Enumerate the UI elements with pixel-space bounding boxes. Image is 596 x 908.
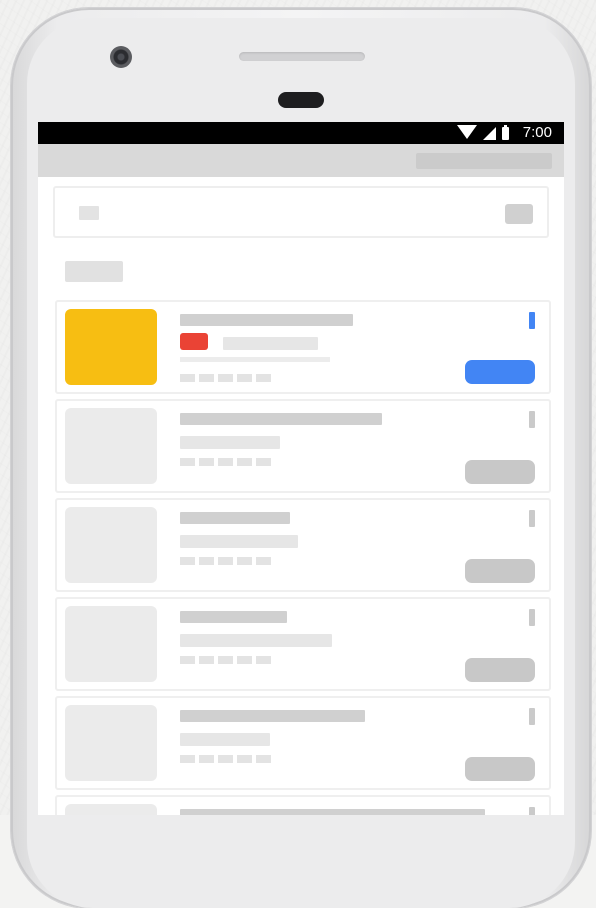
item-title-placeholder: [180, 611, 287, 623]
list-item[interactable]: [55, 399, 551, 493]
battery-icon: [501, 124, 509, 140]
item-title-placeholder: [180, 809, 485, 815]
search-action-button[interactable]: [505, 204, 533, 224]
list-item[interactable]: [55, 597, 551, 691]
item-menu-icon[interactable]: [529, 708, 535, 725]
item-thumbnail: [65, 804, 157, 815]
item-action-button[interactable]: [465, 460, 535, 484]
list-item[interactable]: [55, 696, 551, 790]
item-subtitle-placeholder: [180, 733, 270, 746]
item-meta-placeholder: [180, 357, 330, 362]
item-menu-icon[interactable]: [529, 807, 535, 815]
search-bar[interactable]: [53, 186, 549, 238]
item-rating-placeholder: [180, 374, 271, 382]
list-item[interactable]: [55, 498, 551, 592]
item-menu-icon[interactable]: [529, 312, 535, 329]
proximity-sensor: [278, 92, 324, 108]
item-rating-placeholder: [180, 755, 271, 763]
item-subtitle-placeholder: [180, 436, 280, 449]
list-item[interactable]: [55, 300, 551, 394]
item-thumbnail: [65, 606, 157, 682]
item-thumbnail: [65, 309, 157, 385]
item-menu-icon[interactable]: [529, 609, 535, 626]
app-bar-title-placeholder: [416, 153, 552, 169]
earpiece-speaker: [239, 52, 365, 61]
app-bar: [38, 144, 564, 177]
item-thumbnail: [65, 705, 157, 781]
item-rating-placeholder: [180, 458, 271, 466]
section-heading-placeholder: [65, 261, 123, 282]
item-action-button[interactable]: [465, 757, 535, 781]
item-action-button[interactable]: [465, 658, 535, 682]
item-subtitle-placeholder: [180, 634, 332, 647]
item-menu-icon[interactable]: [529, 411, 535, 428]
item-title-placeholder: [180, 512, 290, 524]
item-subtitle-placeholder: [223, 337, 318, 350]
status-time: 7:00: [522, 124, 552, 141]
search-icon: [79, 206, 99, 220]
item-action-button[interactable]: [465, 360, 535, 384]
status-icons: 7:00: [456, 124, 552, 141]
phone-screen: 7:00: [38, 122, 564, 815]
item-rating-placeholder: [180, 656, 271, 664]
signal-icon: [482, 126, 496, 140]
item-subtitle-placeholder: [180, 535, 298, 548]
item-menu-icon[interactable]: [529, 510, 535, 527]
item-thumbnail: [65, 507, 157, 583]
item-rating-placeholder: [180, 557, 271, 565]
item-tag-badge: [180, 333, 208, 350]
status-bar: 7:00: [38, 122, 564, 144]
item-thumbnail: [65, 408, 157, 484]
front-camera: [110, 46, 132, 68]
list-item[interactable]: [55, 795, 551, 815]
item-title-placeholder: [180, 314, 353, 326]
item-title-placeholder: [180, 710, 365, 722]
item-action-button[interactable]: [465, 559, 535, 583]
wifi-icon: [456, 125, 477, 139]
item-title-placeholder: [180, 413, 382, 425]
